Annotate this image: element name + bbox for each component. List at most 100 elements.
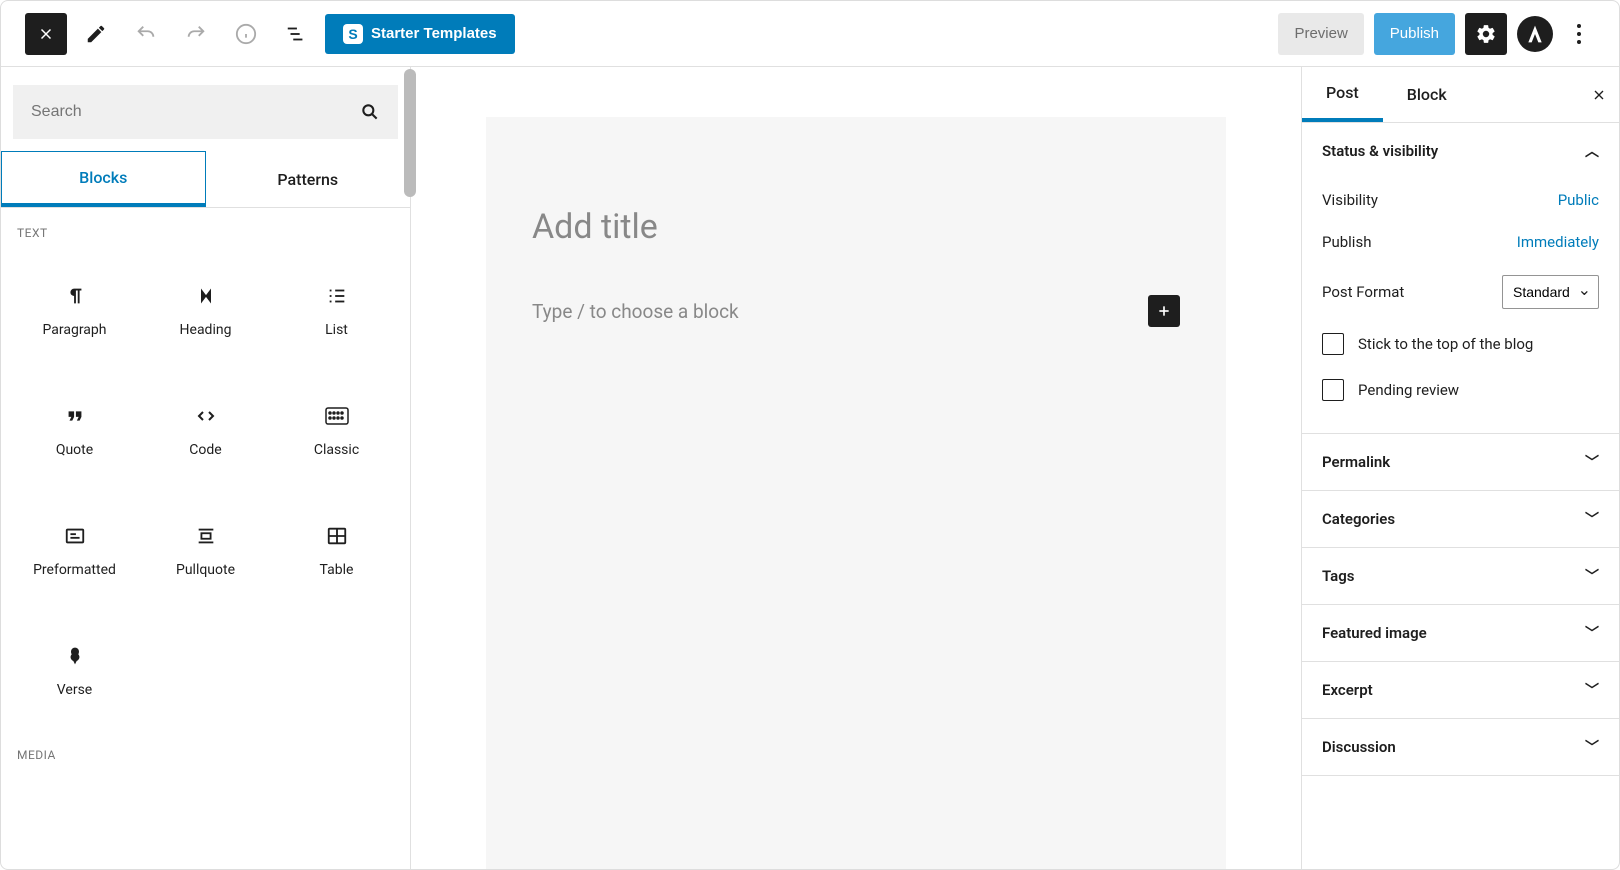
panel-toggle-excerpt[interactable]: Excerpt ﹀ <box>1302 662 1619 718</box>
list-icon <box>323 282 351 310</box>
starter-templates-button[interactable]: S Starter Templates <box>325 14 515 54</box>
visibility-label: Visibility <box>1322 191 1378 209</box>
block-label: Preformatted <box>33 562 116 578</box>
block-classic[interactable]: Classic <box>271 370 402 490</box>
panel-tags: Tags ﹀ <box>1302 548 1619 605</box>
close-inserter-button[interactable] <box>25 13 67 55</box>
dot-icon <box>1577 32 1581 36</box>
block-label: Heading <box>180 322 232 338</box>
pending-label: Pending review <box>1358 381 1459 399</box>
panel-title: Categories <box>1322 510 1395 528</box>
paragraph-icon <box>61 282 89 310</box>
topbar-right: Preview Publish <box>1278 13 1595 55</box>
info-button[interactable] <box>225 13 267 55</box>
search-box <box>13 85 398 139</box>
block-code[interactable]: Code <box>140 370 271 490</box>
edit-tool-button[interactable] <box>75 13 117 55</box>
preview-button[interactable]: Preview <box>1278 13 1363 55</box>
more-menu-button[interactable] <box>1563 13 1595 55</box>
panel-toggle-categories[interactable]: Categories ﹀ <box>1302 491 1619 547</box>
panel-toggle-featured[interactable]: Featured image ﹀ <box>1302 605 1619 661</box>
chevron-down-icon: ﹀ <box>1585 452 1599 472</box>
redo-icon <box>185 23 207 45</box>
editor-canvas-wrap: Add title Type / to choose a block <box>411 67 1301 869</box>
block-verse[interactable]: Verse <box>9 610 140 730</box>
code-icon <box>192 402 220 430</box>
block-label: List <box>325 322 348 338</box>
close-settings-button[interactable] <box>1591 87 1607 103</box>
outline-icon <box>285 23 307 45</box>
chevron-down-icon: ﹀ <box>1585 737 1599 757</box>
panel-title: Discussion <box>1322 738 1396 756</box>
section-label-media: MEDIA <box>1 730 410 772</box>
panel-status-visibility: Status & visibility ︿ Visibility Public … <box>1302 123 1619 434</box>
table-icon <box>323 522 351 550</box>
panel-title: Tags <box>1322 567 1355 585</box>
panel-toggle-tags[interactable]: Tags ﹀ <box>1302 548 1619 604</box>
redo-button[interactable] <box>175 13 217 55</box>
block-preformatted[interactable]: Preformatted <box>9 490 140 610</box>
close-icon <box>37 25 55 43</box>
visibility-value[interactable]: Public <box>1558 191 1599 209</box>
block-list[interactable]: List <box>271 250 402 370</box>
block-table[interactable]: Table <box>271 490 402 610</box>
outline-button[interactable] <box>275 13 317 55</box>
search-input[interactable] <box>31 103 360 121</box>
starter-templates-label: Starter Templates <box>371 25 497 42</box>
block-quote[interactable]: Quote <box>9 370 140 490</box>
block-paragraph[interactable]: Paragraph <box>9 250 140 370</box>
panel-toggle-discussion[interactable]: Discussion ﹀ <box>1302 719 1619 775</box>
block-heading[interactable]: Heading <box>140 250 271 370</box>
post-format-label: Post Format <box>1322 283 1404 301</box>
editor-canvas[interactable]: Add title Type / to choose a block <box>486 117 1226 869</box>
tab-patterns[interactable]: Patterns <box>206 151 411 207</box>
add-block-button[interactable] <box>1148 295 1180 327</box>
topbar-left: S Starter Templates <box>25 13 515 55</box>
block-label: Paragraph <box>43 322 107 338</box>
undo-button[interactable] <box>125 13 167 55</box>
visibility-row: Visibility Public <box>1322 179 1599 221</box>
post-format-select[interactable]: Standard <box>1502 275 1599 309</box>
tab-post[interactable]: Post <box>1302 67 1383 122</box>
settings-tabs: Post Block <box>1302 67 1619 123</box>
panel-toggle-permalink[interactable]: Permalink ﹀ <box>1302 434 1619 490</box>
panel-body: Visibility Public Publish Immediately Po… <box>1302 179 1619 433</box>
block-grid: Paragraph Heading List Quote Code Classi… <box>1 250 410 730</box>
sticky-row: Stick to the top of the blog <box>1322 321 1599 367</box>
first-block-row: Type / to choose a block <box>532 295 1180 327</box>
verse-icon <box>61 642 89 670</box>
publish-label: Publish <box>1322 233 1371 251</box>
chevron-up-icon: ︿ <box>1585 141 1599 161</box>
sticky-checkbox[interactable] <box>1322 333 1344 355</box>
search-icon <box>360 102 380 122</box>
panel-toggle-status[interactable]: Status & visibility ︿ <box>1302 123 1619 179</box>
dot-icon <box>1577 40 1581 44</box>
block-label: Verse <box>57 682 92 698</box>
publish-button[interactable]: Publish <box>1374 13 1455 55</box>
quote-icon <box>61 402 89 430</box>
block-label: Classic <box>314 442 359 458</box>
chevron-down-icon: ﹀ <box>1585 509 1599 529</box>
panel-title: Status & visibility <box>1322 142 1438 160</box>
settings-button[interactable] <box>1465 13 1507 55</box>
chevron-down-icon: ﹀ <box>1585 566 1599 586</box>
tab-blocks[interactable]: Blocks <box>1 151 206 207</box>
astra-button[interactable] <box>1517 16 1553 52</box>
panel-permalink: Permalink ﹀ <box>1302 434 1619 491</box>
chevron-down-icon: ﹀ <box>1585 680 1599 700</box>
block-pullquote[interactable]: Pullquote <box>140 490 271 610</box>
starter-templates-icon: S <box>343 24 363 44</box>
inserter-tabs: Blocks Patterns <box>1 151 410 208</box>
tab-block[interactable]: Block <box>1383 67 1471 122</box>
publish-value[interactable]: Immediately <box>1517 233 1599 251</box>
sticky-label: Stick to the top of the blog <box>1358 335 1533 353</box>
block-placeholder[interactable]: Type / to choose a block <box>532 300 739 323</box>
panel-title: Featured image <box>1322 624 1427 642</box>
post-title-input[interactable]: Add title <box>532 207 1180 247</box>
pencil-icon <box>85 23 107 45</box>
plus-icon <box>1156 303 1172 319</box>
chevron-down-icon: ﹀ <box>1585 623 1599 643</box>
pending-checkbox[interactable] <box>1322 379 1344 401</box>
close-icon <box>1591 87 1607 103</box>
pending-row: Pending review <box>1322 367 1599 413</box>
